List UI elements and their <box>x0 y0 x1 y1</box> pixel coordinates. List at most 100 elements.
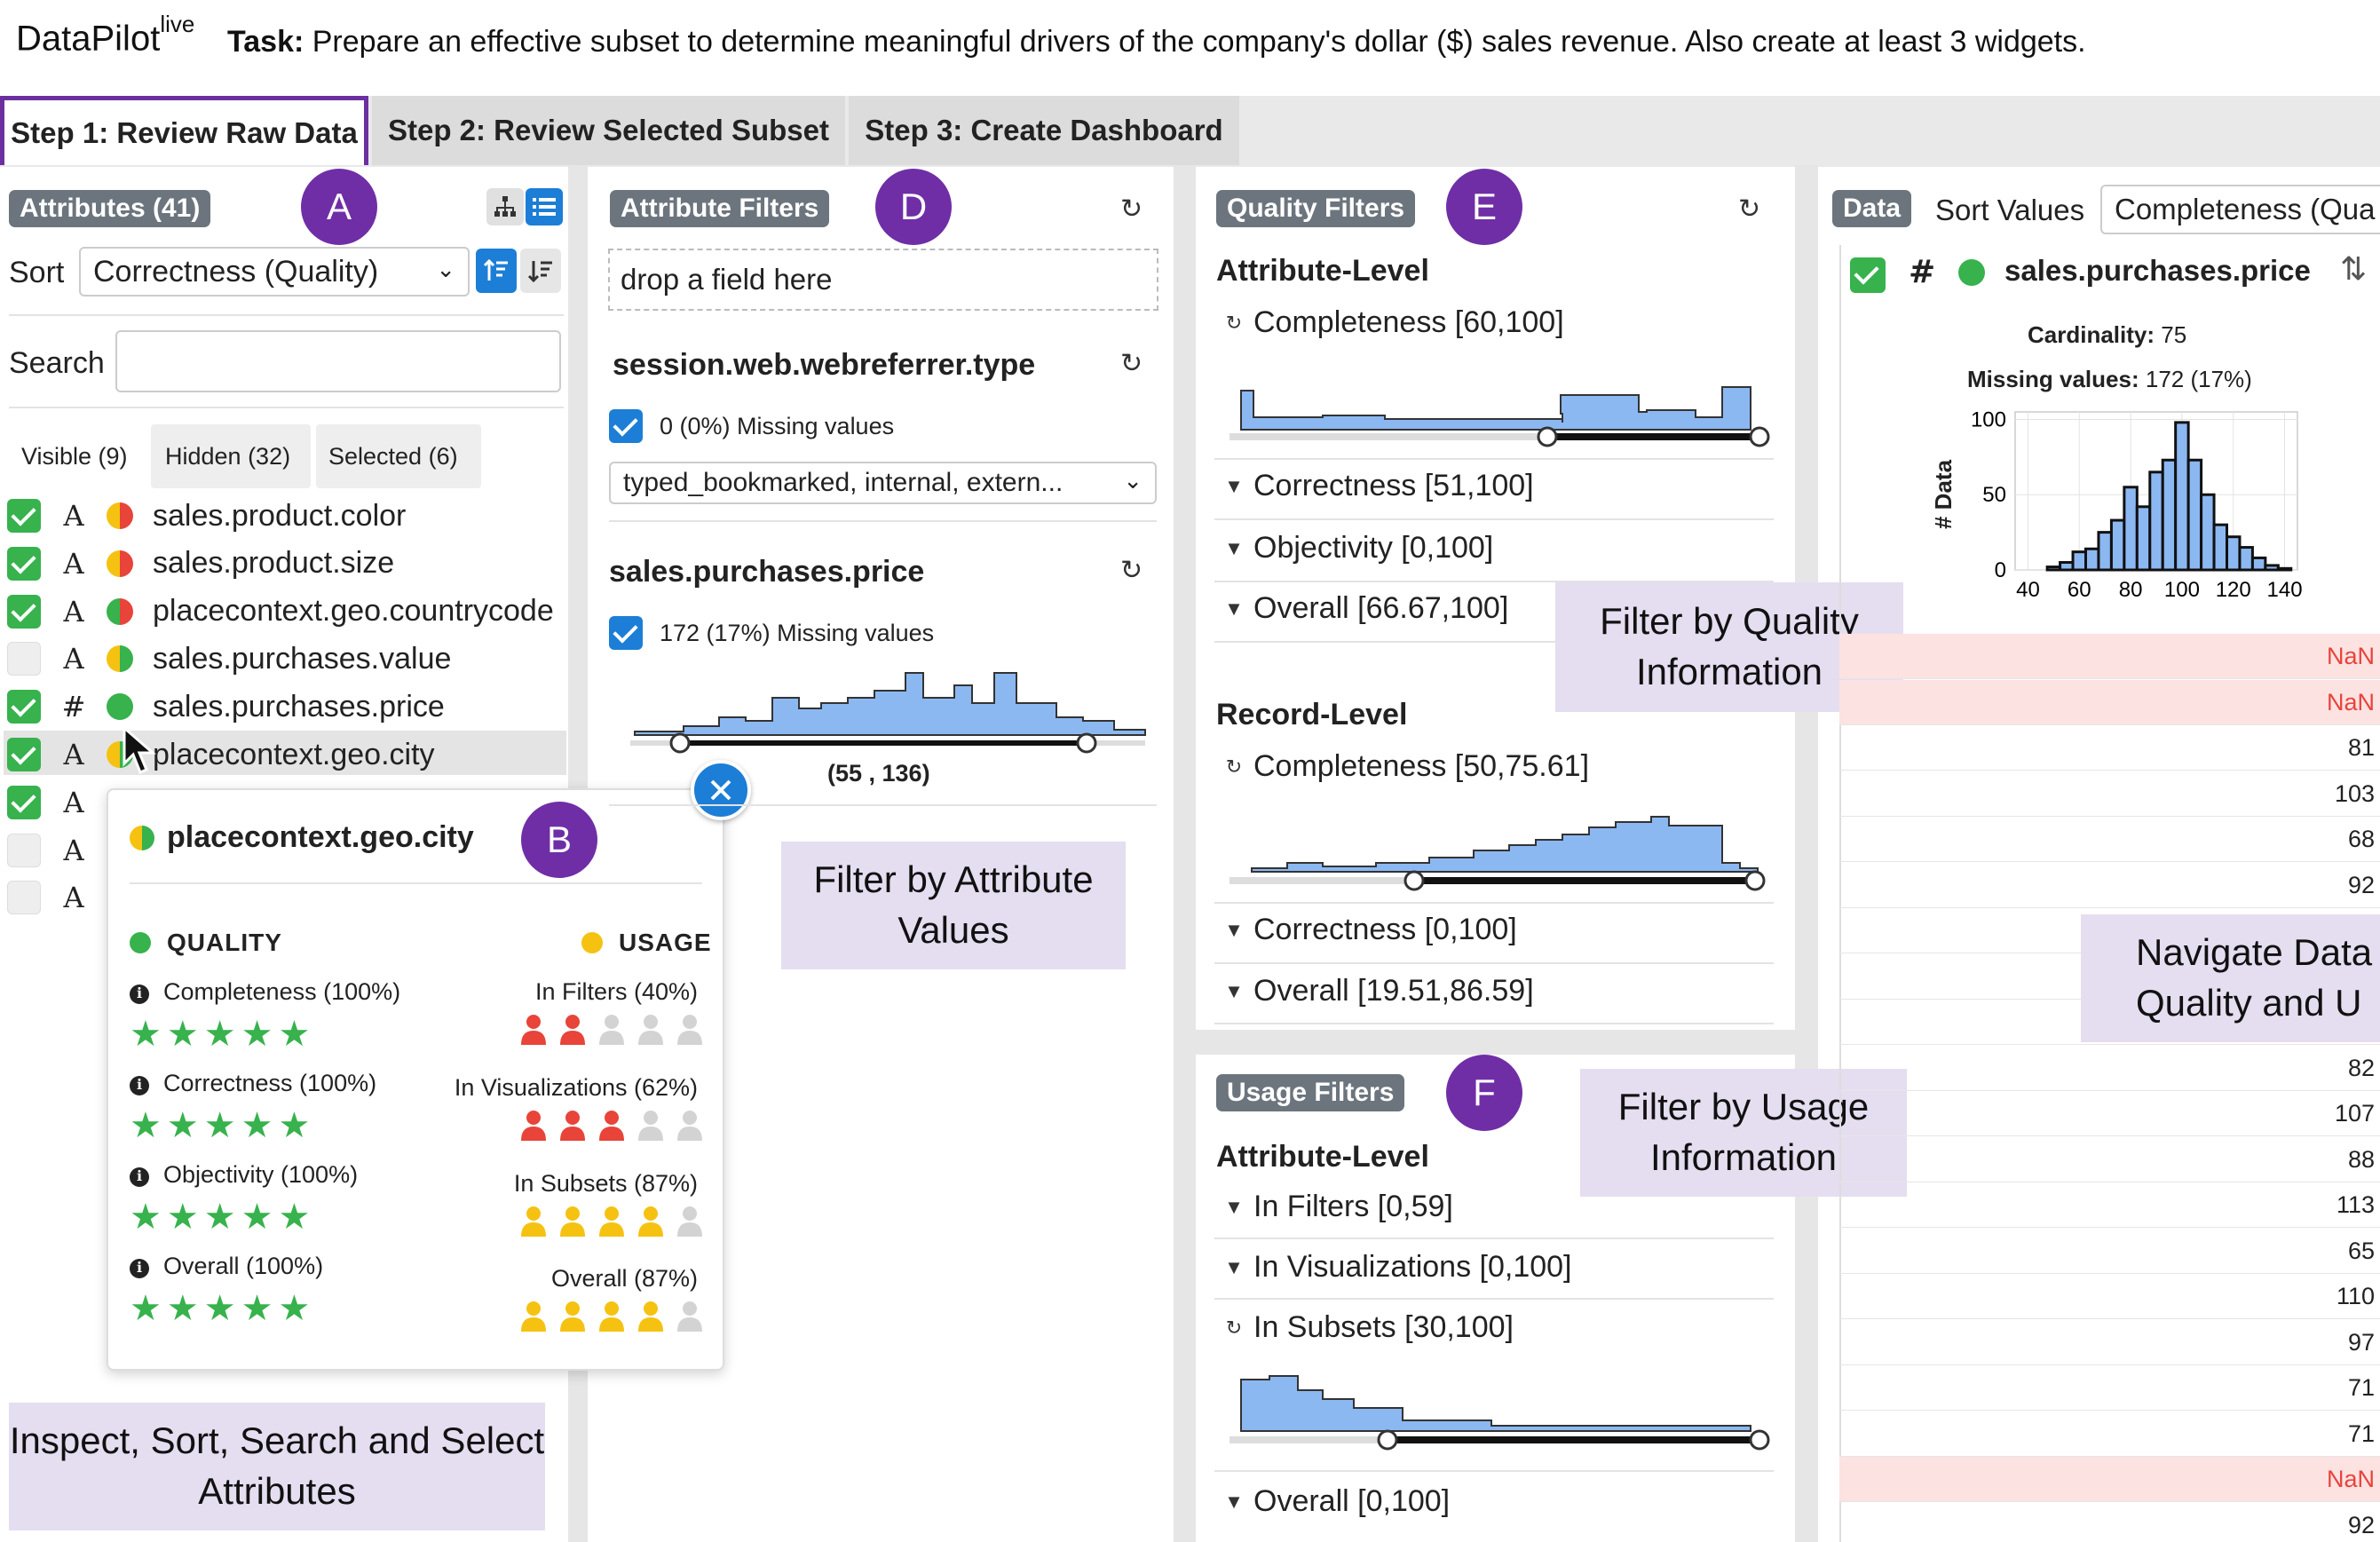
filter-icon[interactable]: ▼ <box>1214 597 1253 621</box>
quality-dot-icon <box>130 932 151 953</box>
filter-icon[interactable]: ▼ <box>1214 919 1253 942</box>
person-icon <box>599 1015 624 1045</box>
list-view-icon[interactable] <box>526 188 563 225</box>
record-completeness-filter[interactable]: ↻ Completeness [50,75.61] <box>1214 749 1589 784</box>
record-overall-filter[interactable]: ▼ Overall [19.51,86.59] <box>1214 974 1534 1008</box>
info-icon[interactable]: ℹ︎ <box>130 1259 149 1278</box>
attribute-type-icon: A <box>63 642 84 676</box>
attributes-count-pill: Attributes (41) <box>9 190 211 227</box>
refresh-icon[interactable]: ↻ <box>1120 194 1143 225</box>
attribute-checkbox[interactable] <box>7 642 41 676</box>
attribute-row[interactable]: Asales.purchases.value <box>7 637 451 681</box>
attribute-row[interactable]: Aplacecontext.geo.city <box>7 732 435 777</box>
tab-visible[interactable]: Visible (9) <box>21 443 128 471</box>
panel-divider <box>1174 165 1196 1542</box>
usage-in-filters-filter[interactable]: ▼ In Filters [0,59] <box>1214 1190 1453 1224</box>
filter-icon[interactable]: ▼ <box>1214 1256 1253 1279</box>
column-checkbox[interactable] <box>1850 257 1886 293</box>
webreferrer-select[interactable]: typed_bookmarked, internal, extern... ⌄ <box>609 462 1157 504</box>
reset-icon[interactable]: ↻ <box>1214 755 1253 779</box>
row-divider <box>1839 724 2380 725</box>
attribute-row[interactable]: A <box>7 780 99 825</box>
attribute-checkbox[interactable] <box>7 738 41 771</box>
sort-values-select[interactable]: Completeness (Qua <box>2100 185 2380 234</box>
attribute-row[interactable]: Asales.product.size <box>7 542 394 586</box>
tab-hidden[interactable]: Hidden (32) <box>165 443 290 471</box>
quality-objectivity-filter[interactable]: ▼ Objectivity [0,100] <box>1214 531 1493 565</box>
attribute-row[interactable]: Asales.product.color <box>7 494 406 538</box>
tab-review-raw-data[interactable]: Step 1: Review Raw Data <box>0 96 368 165</box>
info-icon[interactable]: ℹ︎ <box>130 1167 149 1187</box>
attribute-checkbox[interactable] <box>7 881 41 915</box>
reset-icon[interactable]: ↻ <box>1214 1317 1253 1340</box>
x-tick-label: 120 <box>2216 578 2251 602</box>
tab-create-dashboard[interactable]: Step 3: Create Dashboard <box>849 96 1239 165</box>
person-icon <box>560 1111 585 1141</box>
data-cell: 92 <box>2347 871 2375 898</box>
histogram-bar <box>2109 518 2126 572</box>
usage-in-visualizations-filter[interactable]: ▼ In Visualizations [0,100] <box>1214 1250 1571 1285</box>
filter-icon[interactable]: ▼ <box>1214 1196 1253 1219</box>
usage-subsets-histogram <box>1230 1375 1770 1451</box>
missing-row-highlight <box>1839 634 2380 678</box>
quality-dot-icon <box>107 645 133 673</box>
person-icon <box>560 1015 585 1045</box>
attribute-checkbox[interactable] <box>7 833 41 867</box>
panel-divider <box>1795 165 1818 1542</box>
quality-correctness-filter[interactable]: ▼ Correctness [51,100] <box>1214 469 1534 503</box>
quality-completeness-filter[interactable]: ↻ Completeness [60,100] <box>1214 305 1564 340</box>
record-correctness-filter[interactable]: ▼ Correctness [0,100] <box>1214 913 1517 947</box>
panel-divider <box>1196 1030 1795 1055</box>
sort-select[interactable]: Correctness (Quality) ⌄ <box>79 247 470 297</box>
attribute-row[interactable]: Aplacecontext.geo.countrycode <box>7 589 554 634</box>
missing-values-checkbox[interactable] <box>609 616 643 650</box>
row-divider <box>1839 1318 2380 1319</box>
attribute-checkbox[interactable] <box>7 594 41 629</box>
filter-icon[interactable]: ▼ <box>1214 475 1253 498</box>
sort-descending-icon[interactable] <box>520 249 561 293</box>
attribute-name: placecontext.geo.countrycode <box>153 594 554 629</box>
attribute-checkbox[interactable] <box>7 690 41 724</box>
search-input[interactable] <box>115 330 561 392</box>
row-divider <box>1839 1410 2380 1411</box>
attribute-row[interactable]: # sales.purchases.price <box>7 684 445 729</box>
attribute-checkbox[interactable] <box>7 499 41 533</box>
usage-attribute-level-heading: Attribute-Level <box>1216 1140 1429 1174</box>
quality-dot-icon <box>130 825 154 850</box>
info-icon[interactable]: ℹ︎ <box>130 1076 149 1095</box>
record-completeness-histogram <box>1230 816 1766 891</box>
attribute-row[interactable]: A <box>7 875 99 920</box>
filter-icon[interactable]: ▼ <box>1214 1491 1253 1514</box>
tab-selected[interactable]: Selected (6) <box>328 443 458 471</box>
refresh-icon[interactable]: ↻ <box>1120 555 1143 586</box>
sort-ascending-icon[interactable] <box>476 249 517 293</box>
person-icon <box>599 1206 624 1237</box>
person-icon <box>521 1206 546 1237</box>
quality-overall-filter[interactable]: ▼ Overall [66.67,100] <box>1214 591 1508 626</box>
attribute-checkbox[interactable] <box>7 785 41 819</box>
attribute-type-icon: A <box>63 499 84 533</box>
sort-toggle-icon[interactable]: ⇅ <box>2340 250 2367 288</box>
tab-review-selected-subset[interactable]: Step 2: Review Selected Subset <box>372 96 845 165</box>
filter-icon[interactable]: ▼ <box>1214 980 1253 1003</box>
refresh-icon[interactable]: ↻ <box>1120 348 1143 379</box>
info-icon[interactable]: ℹ︎ <box>130 985 149 1004</box>
attribute-row[interactable]: A <box>7 828 99 873</box>
usage-overall-filter[interactable]: ▼ Overall [0,100] <box>1214 1484 1450 1519</box>
attribute-name: placecontext.geo.city <box>153 737 435 771</box>
drop-field-zone[interactable]: drop a field here <box>608 249 1158 311</box>
histogram-bar <box>2276 566 2293 572</box>
usage-in-subsets-filter[interactable]: ↻ In Subsets [30,100] <box>1214 1310 1514 1345</box>
missing-values-checkbox[interactable] <box>609 409 643 443</box>
refresh-icon[interactable]: ↻ <box>1738 194 1760 225</box>
tree-view-icon[interactable] <box>486 188 524 225</box>
histogram-bar <box>2226 535 2242 572</box>
usage-filters-pill: Usage Filters <box>1216 1074 1405 1111</box>
attribute-checkbox[interactable] <box>7 546 41 581</box>
attribute-type-icon: A <box>63 881 84 915</box>
star-rating: ★★★★★ <box>130 1015 316 1054</box>
person-icon <box>560 1301 585 1332</box>
reset-icon[interactable]: ↻ <box>1214 312 1253 335</box>
filter-icon[interactable]: ▼ <box>1214 537 1253 560</box>
close-icon[interactable] <box>691 760 751 820</box>
